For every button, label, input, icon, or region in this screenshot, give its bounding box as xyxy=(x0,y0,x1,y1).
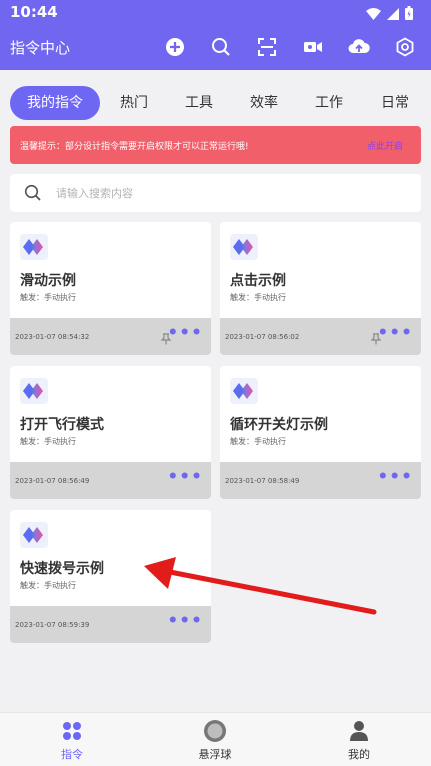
nav-profile[interactable]: 我的 xyxy=(314,719,404,762)
add-icon[interactable] xyxy=(163,35,187,59)
command-trigger: 触发：手动执行 xyxy=(20,437,76,446)
tab-efficiency[interactable]: 效率 xyxy=(239,86,289,120)
command-logo-icon xyxy=(230,234,258,260)
command-date: 2023-01-07 08:56:49 xyxy=(15,477,90,485)
command-trigger: 触发：手动执行 xyxy=(20,581,76,590)
more-options-button[interactable]: ••• xyxy=(377,325,413,342)
tab-hot[interactable]: 热门 xyxy=(109,86,159,120)
command-title: 快速拨号示例 xyxy=(20,561,104,577)
search-bar xyxy=(10,174,421,212)
search-input[interactable] xyxy=(56,180,396,206)
more-options-button[interactable]: ••• xyxy=(377,469,413,486)
more-options-button[interactable]: ••• xyxy=(167,613,203,630)
settings-hex-icon[interactable] xyxy=(393,35,417,59)
page-title: 指令中心 xyxy=(10,39,71,57)
nav-label: 我的 xyxy=(348,748,370,761)
status-bar: 10:44 xyxy=(0,0,431,24)
category-tabs: 我的指令 热门 工具 效率 工作 日常 xyxy=(10,86,430,120)
command-trigger: 触发：手动执行 xyxy=(230,293,286,302)
signal-icon xyxy=(387,5,399,24)
nav-label: 悬浮球 xyxy=(198,748,232,761)
upload-cloud-icon[interactable] xyxy=(347,35,371,59)
command-logo-icon xyxy=(20,378,48,404)
command-card[interactable]: 滑动示例 触发：手动执行 2023-01-07 08:54:32 ••• xyxy=(10,222,211,355)
permission-notice: 温馨提示：部分设计指令需要开启权限才可以正常运行哦! 点此开启 xyxy=(10,126,421,164)
more-options-button[interactable]: ••• xyxy=(167,469,203,486)
command-logo-icon xyxy=(230,378,258,404)
command-title: 滑动示例 xyxy=(20,273,76,289)
command-logo-icon xyxy=(20,522,48,548)
command-card[interactable]: 循环开关灯示例 触发：手动执行 2023-01-07 08:58:49 ••• xyxy=(220,366,421,499)
search-icon xyxy=(24,184,42,206)
command-date: 2023-01-07 08:59:39 xyxy=(15,621,90,629)
card-footer: 2023-01-07 08:59:39 ••• xyxy=(10,606,211,643)
app-bar: 指令中心 xyxy=(0,24,431,70)
nav-label: 指令 xyxy=(61,748,83,761)
tab-daily[interactable]: 日常 xyxy=(370,86,420,120)
tab-tools[interactable]: 工具 xyxy=(174,86,224,120)
command-date: 2023-01-07 08:54:32 xyxy=(15,333,90,341)
command-card[interactable]: 打开飞行模式 触发：手动执行 2023-01-07 08:56:49 ••• xyxy=(10,366,211,499)
tab-my-commands[interactable]: 我的指令 xyxy=(10,86,100,120)
person-icon xyxy=(314,719,404,743)
card-footer: 2023-01-07 08:54:32 ••• xyxy=(10,318,211,355)
float-ball-icon xyxy=(170,719,260,743)
battery-icon xyxy=(405,5,413,24)
nav-commands[interactable]: 指令 xyxy=(27,719,117,762)
card-footer: 2023-01-07 08:56:49 ••• xyxy=(10,462,211,499)
scan-icon[interactable] xyxy=(255,35,279,59)
command-date: 2023-01-07 08:58:49 xyxy=(225,477,300,485)
search-icon[interactable] xyxy=(209,35,233,59)
command-title: 循环开关灯示例 xyxy=(230,417,328,433)
command-card[interactable]: 点击示例 触发：手动执行 2023-01-07 08:56:02 ••• xyxy=(220,222,421,355)
command-logo-icon xyxy=(20,234,48,260)
nav-float-ball[interactable]: 悬浮球 xyxy=(170,719,260,762)
bottom-nav: 指令 悬浮球 我的 xyxy=(0,712,431,766)
notice-text: 温馨提示：部分设计指令需要开启权限才可以正常运行哦! xyxy=(20,142,249,152)
more-options-button[interactable]: ••• xyxy=(167,325,203,342)
command-trigger: 触发：手动执行 xyxy=(230,437,286,446)
status-icons xyxy=(366,5,413,24)
header-actions xyxy=(163,35,417,59)
card-footer: 2023-01-07 08:58:49 ••• xyxy=(220,462,421,499)
enable-permission-link[interactable]: 点此开启 xyxy=(367,139,403,152)
command-card[interactable]: 快速拨号示例 触发：手动执行 2023-01-07 08:59:39 ••• xyxy=(10,510,211,643)
grid-icon xyxy=(27,719,117,743)
wifi-icon xyxy=(366,5,381,24)
video-icon[interactable] xyxy=(301,35,325,59)
command-title: 打开飞行模式 xyxy=(20,417,104,433)
tab-work[interactable]: 工作 xyxy=(304,86,354,120)
status-time: 10:44 xyxy=(10,3,58,21)
card-footer: 2023-01-07 08:56:02 ••• xyxy=(220,318,421,355)
command-trigger: 触发：手动执行 xyxy=(20,293,76,302)
command-date: 2023-01-07 08:56:02 xyxy=(225,333,300,341)
command-title: 点击示例 xyxy=(230,273,286,289)
